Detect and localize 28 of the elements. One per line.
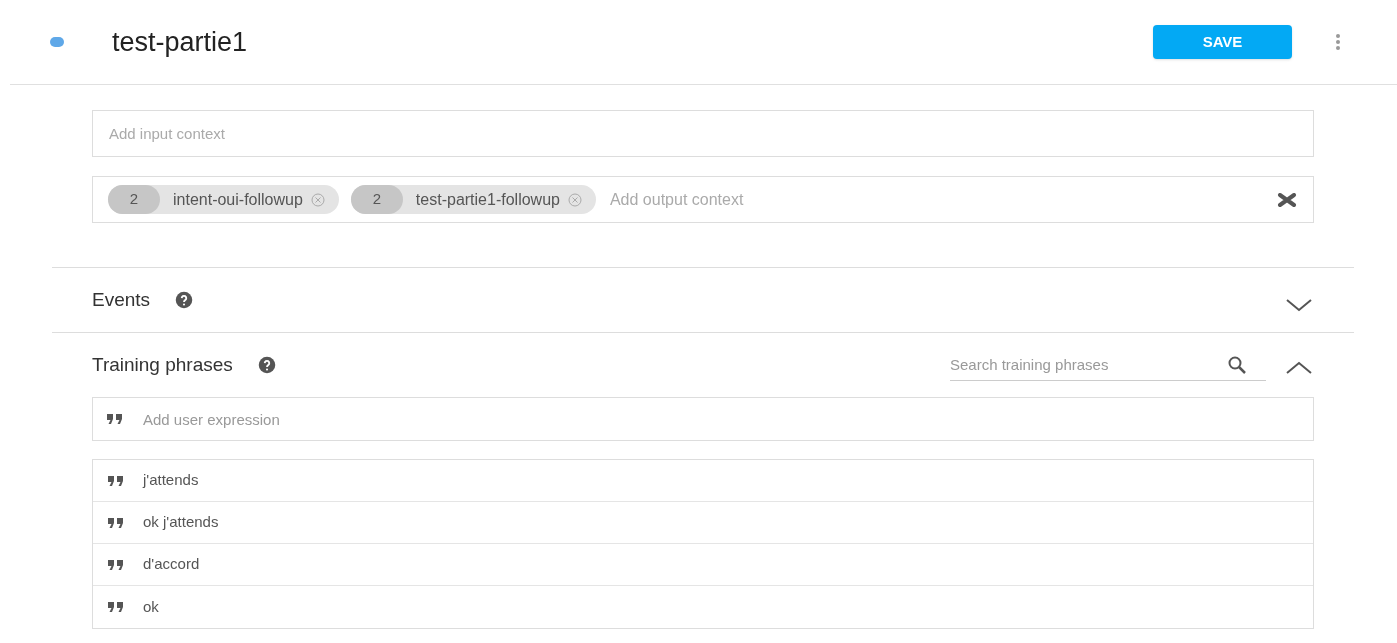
training-phrase: d'accord [143, 554, 200, 575]
section-title: Events [92, 287, 151, 312]
output-context-field[interactable]: 2 intent-oui-followup 2 test-partie1-followup Add output context [92, 176, 1314, 223]
chevron-up-icon[interactable] [1286, 360, 1312, 374]
quote-icon [108, 559, 124, 570]
training-phrase: j'attends [143, 470, 199, 491]
chip-label: test-partie1-followup [415, 189, 560, 210]
quote-icon [108, 475, 124, 486]
search-field[interactable]: Search training phrases [950, 349, 1266, 381]
intent-title: test-partie1 [112, 25, 248, 59]
help-icon [175, 291, 194, 309]
clear-icon[interactable] [1277, 192, 1297, 207]
training-phrase: ok [143, 596, 159, 617]
search-icon[interactable] [1228, 356, 1246, 374]
section-title: Training phrases [92, 352, 233, 377]
quote-icon [108, 602, 124, 612]
more-icon[interactable] [1335, 34, 1341, 50]
lifespan-count: 2 [350, 185, 403, 214]
help-icon [257, 356, 276, 374]
lifespan-count: 2 [108, 185, 160, 214]
input-context-field[interactable]: Add input context [92, 110, 1314, 157]
training-phrase: ok j'attends [143, 512, 219, 533]
chevron-down-icon[interactable] [1286, 299, 1312, 313]
chip-label: intent-oui-followup [173, 189, 303, 210]
add-expression-field[interactable]: Add user expression [92, 397, 1314, 441]
quote-icon [108, 517, 124, 528]
output-context-placeholder: Add output context [609, 189, 745, 210]
quote-icon [107, 414, 123, 424]
